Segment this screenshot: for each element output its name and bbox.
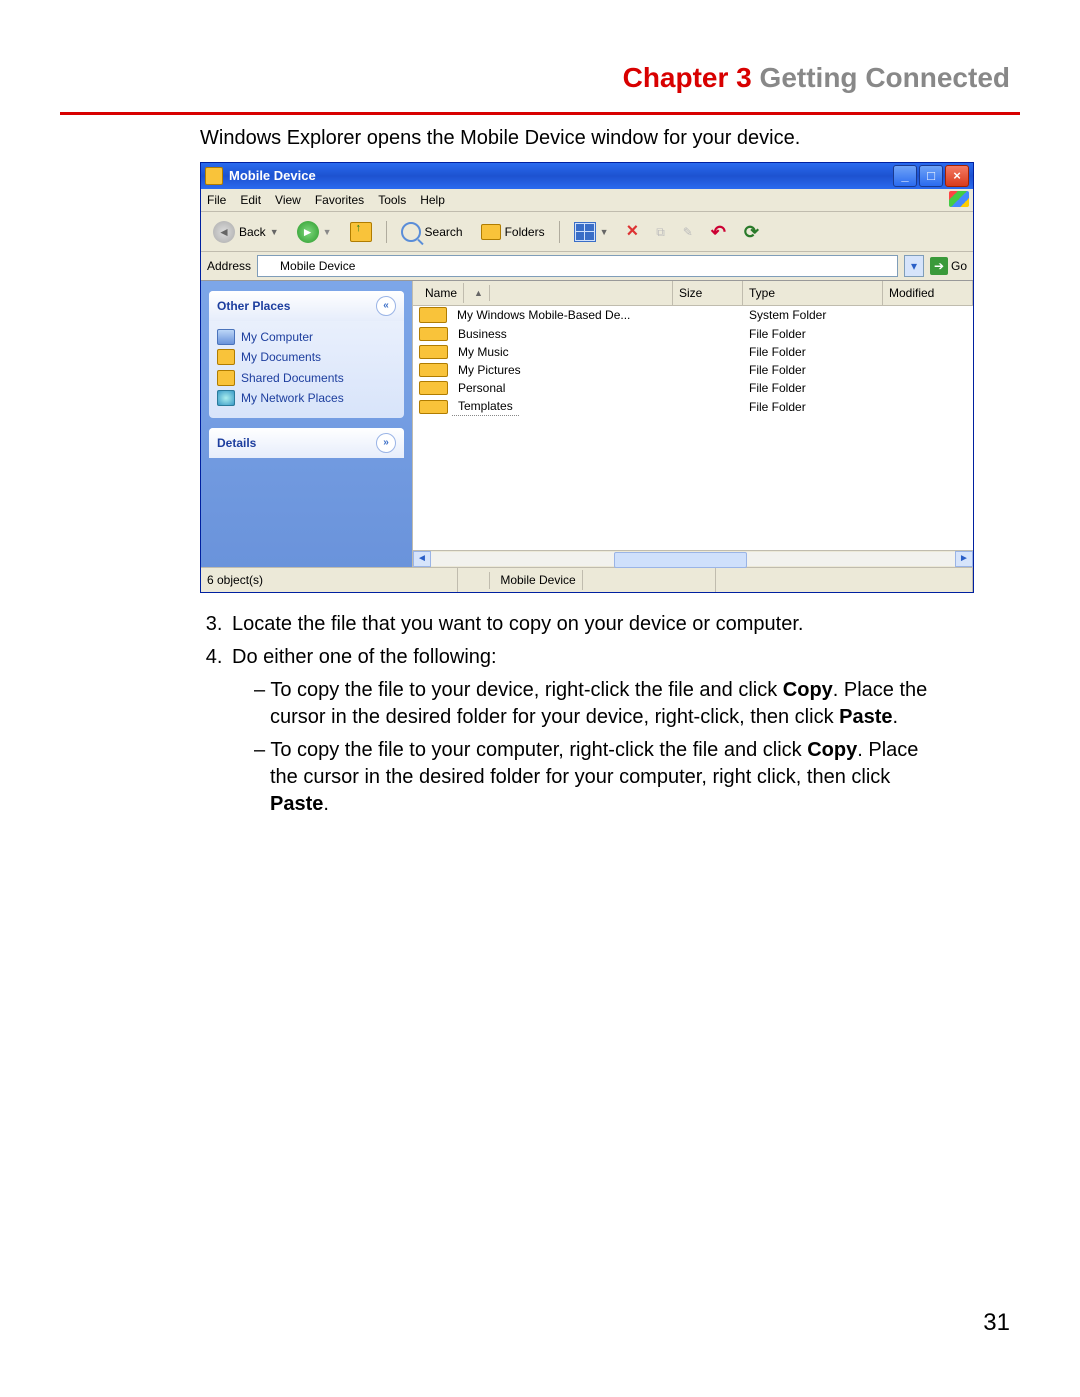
status-location: Mobile Device — [458, 568, 715, 592]
chapter-number: Chapter 3 — [623, 62, 752, 93]
expand-icon[interactable]: » — [376, 433, 396, 453]
copy-button[interactable]: ⧉ — [650, 222, 671, 242]
chapter-header: Chapter 3 Getting Connected — [60, 62, 1020, 94]
link-network-places[interactable]: My Network Places — [217, 388, 396, 408]
collapse-icon[interactable]: « — [376, 296, 396, 316]
link-shared-docs[interactable]: Shared Documents — [217, 368, 396, 388]
menu-edit[interactable]: Edit — [240, 192, 261, 208]
up-button[interactable] — [344, 220, 378, 244]
documents-icon — [217, 349, 235, 365]
col-name[interactable]: Name▲ — [413, 281, 673, 305]
task-pane: Other Places « My Computer My Documents … — [201, 281, 412, 567]
table-row[interactable]: TemplatesFile Folder — [413, 397, 973, 416]
scroll-right-icon[interactable]: ► — [955, 551, 973, 567]
intro-text: Windows Explorer opens the Mobile Device… — [200, 125, 940, 152]
search-icon — [401, 222, 421, 242]
scroll-track[interactable] — [431, 552, 955, 566]
minimize-button[interactable]: _ — [893, 165, 917, 187]
device-icon — [464, 572, 490, 589]
column-headers: Name▲ Size Type Modified — [413, 281, 973, 306]
folder-up-icon — [350, 222, 372, 242]
other-places-panel: Other Places « My Computer My Documents … — [209, 291, 404, 418]
folder-icon — [419, 381, 448, 395]
search-button[interactable]: Search — [395, 220, 469, 244]
step-4: Do either one of the following: To copy … — [228, 644, 940, 818]
substep-device: To copy the file to your device, right-c… — [254, 677, 940, 731]
col-modified[interactable]: Modified — [883, 281, 973, 305]
folder-icon — [419, 345, 448, 359]
table-row[interactable]: My PicturesFile Folder — [413, 361, 973, 379]
link-my-documents[interactable]: My Documents — [217, 347, 396, 367]
details-panel: Details » — [209, 428, 404, 458]
addressbar: Address Mobile Device ▾ ➔ Go — [201, 252, 973, 281]
horizontal-scrollbar[interactable]: ◄ ► — [413, 550, 973, 567]
page-number: 31 — [983, 1309, 1010, 1337]
go-button[interactable]: ➔ Go — [930, 257, 967, 275]
statusbar: 6 object(s) Mobile Device — [201, 567, 973, 592]
computer-icon — [217, 329, 235, 345]
substep-list: To copy the file to your device, right-c… — [232, 677, 940, 818]
table-row[interactable]: BusinessFile Folder — [413, 325, 973, 343]
windows-flag-icon — [949, 191, 969, 207]
substep-computer: To copy the file to your computer, right… — [254, 737, 940, 818]
col-size[interactable]: Size — [673, 281, 743, 305]
table-row[interactable]: My Windows Mobile-Based De...System Fold… — [413, 306, 973, 324]
file-list: Name▲ Size Type Modified My Windows Mobi… — [412, 281, 973, 567]
header-rule — [60, 112, 1020, 115]
folders-button[interactable]: Folders — [475, 222, 551, 242]
views-icon — [574, 222, 596, 242]
app-icon — [205, 167, 223, 185]
device-icon — [419, 307, 447, 323]
status-count: 6 object(s) — [201, 568, 458, 592]
separator — [386, 221, 387, 243]
table-row[interactable]: PersonalFile Folder — [413, 379, 973, 397]
refresh-icon: ⟳ — [744, 220, 759, 244]
shared-icon — [217, 370, 235, 386]
menu-tools[interactable]: Tools — [378, 192, 406, 208]
delete-button[interactable]: × — [621, 216, 645, 247]
scroll-thumb[interactable] — [614, 552, 747, 568]
menu-file[interactable]: File — [207, 192, 226, 208]
content-area: Other Places « My Computer My Documents … — [201, 281, 973, 567]
menubar: File Edit View Favorites Tools Help — [201, 189, 973, 212]
folders-icon — [481, 224, 501, 240]
menu-help[interactable]: Help — [420, 192, 445, 208]
col-type[interactable]: Type — [743, 281, 883, 305]
close-button[interactable]: × — [945, 165, 969, 187]
separator — [559, 221, 560, 243]
toolbar: ◄ Back ▼ ► ▼ Search Folder — [201, 212, 973, 252]
explorer-window: Mobile Device _ □ × File Edit View Favor… — [200, 162, 974, 593]
link-my-computer[interactable]: My Computer — [217, 327, 396, 347]
address-input[interactable]: Mobile Device — [257, 255, 898, 277]
forward-button[interactable]: ► ▼ — [291, 219, 338, 245]
back-button[interactable]: ◄ Back ▼ — [207, 219, 285, 245]
properties-button[interactable]: ✎ — [677, 222, 699, 242]
other-places-header[interactable]: Other Places « — [209, 291, 404, 321]
titlebar[interactable]: Mobile Device _ □ × — [201, 163, 973, 189]
refresh-button[interactable]: ⟳ — [738, 218, 765, 246]
forward-icon: ► — [297, 221, 319, 243]
window-title: Mobile Device — [229, 167, 316, 185]
status-empty — [716, 568, 973, 592]
undo-button[interactable]: ↶ — [705, 218, 732, 246]
table-row[interactable]: My MusicFile Folder — [413, 343, 973, 361]
step-3: Locate the file that you want to copy on… — [228, 611, 940, 638]
folder-icon — [419, 327, 448, 341]
views-button[interactable]: ▼ — [568, 220, 615, 244]
go-icon: ➔ — [930, 257, 948, 275]
scroll-left-icon[interactable]: ◄ — [413, 551, 431, 567]
menu-fav[interactable]: Favorites — [315, 192, 364, 208]
step-list: Locate the file that you want to copy on… — [200, 611, 940, 818]
folder-icon — [419, 400, 448, 414]
sort-asc-icon: ▲ — [468, 285, 490, 301]
address-dropdown[interactable]: ▾ — [904, 255, 924, 277]
folder-icon — [419, 363, 448, 377]
details-header[interactable]: Details » — [209, 428, 404, 458]
menu-view[interactable]: View — [275, 192, 301, 208]
network-icon — [217, 390, 235, 406]
address-label: Address — [207, 258, 251, 274]
maximize-button[interactable]: □ — [919, 165, 943, 187]
back-icon: ◄ — [213, 221, 235, 243]
device-icon — [262, 259, 276, 273]
